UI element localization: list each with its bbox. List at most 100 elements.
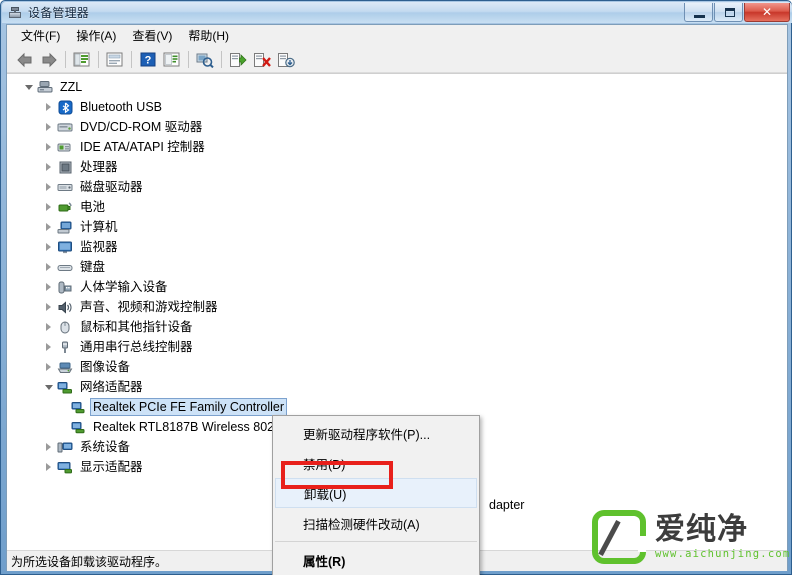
expander-icon[interactable] — [41, 137, 56, 157]
tree-node-dvd-cdrom[interactable]: DVD/CD-ROM 驱动器 — [7, 117, 787, 137]
expander-icon[interactable] — [41, 457, 56, 477]
expander-icon[interactable] — [41, 337, 56, 357]
tree-node-monitor[interactable]: 监视器 — [7, 237, 787, 257]
ctx-item-label: 更新驱动程序软件(P)... — [303, 427, 431, 442]
expander-icon[interactable] — [21, 77, 36, 97]
tree-node-label: ZZL — [60, 80, 83, 94]
bluetooth-icon — [56, 99, 74, 115]
show-hide-tree-icon[interactable] — [70, 49, 93, 71]
expander-icon[interactable] — [41, 297, 56, 317]
ctx-update-driver[interactable]: 更新驱动程序软件(P)... — [273, 418, 479, 448]
network-device-icon — [69, 419, 87, 435]
occluded-adapter-text: dapter — [489, 498, 525, 512]
tree-node-computer[interactable]: 计算机 — [7, 217, 787, 237]
ctx-item-label: 禁用(D) — [303, 457, 346, 472]
title-bar[interactable]: 设备管理器 ✕ — [2, 2, 792, 23]
aichunjing-logo-icon — [592, 510, 646, 564]
tree-node-hid[interactable]: 人体学输入设备 — [7, 277, 787, 297]
tree-node-label: IDE ATA/ATAPI 控制器 — [80, 140, 205, 154]
tree-node-label: 人体学输入设备 — [80, 280, 168, 294]
uninstall-device-icon[interactable] — [274, 49, 297, 71]
display-icon[interactable] — [160, 49, 183, 71]
computer-node-icon — [56, 219, 74, 235]
watermark: 爱纯净 www.aichunjing.com — [592, 506, 789, 568]
tree-node-disk-drive[interactable]: 磁盘驱动器 — [7, 177, 787, 197]
expander-icon[interactable] — [41, 177, 56, 197]
ctx-disable[interactable]: 禁用(D) — [273, 448, 479, 478]
menu-file[interactable]: 文件(F) — [14, 25, 69, 47]
update-driver-icon[interactable] — [226, 49, 249, 71]
tree-node-label: 计算机 — [80, 220, 118, 234]
device-manager-window: 设备管理器 ✕ 文件(F) 操作(A) 查看(V) 帮助(H) ? ZZL Bl… — [0, 0, 792, 575]
tree-node-label: 鼠标和其他指针设备 — [80, 320, 193, 334]
tree-node-label: 通用串行总线控制器 — [80, 340, 193, 354]
tree-node-label: DVD/CD-ROM 驱动器 — [80, 120, 203, 134]
tree-node-root[interactable]: ZZL — [7, 77, 787, 97]
ctx-item-label: 卸载(U) — [304, 487, 347, 502]
ctx-uninstall[interactable]: 卸载(U) — [275, 478, 477, 508]
tree-node-label: 显示适配器 — [80, 460, 143, 474]
scan-hardware-icon[interactable] — [193, 49, 216, 71]
tree-node-keyboard[interactable]: 键盘 — [7, 257, 787, 277]
watermark-text-group: 爱纯净 www.aichunjing.com — [655, 514, 790, 561]
expander-icon[interactable] — [41, 117, 56, 137]
dvd-drive-icon — [56, 119, 74, 135]
minimize-icon — [694, 15, 705, 18]
expander-icon[interactable] — [41, 317, 56, 337]
help-icon[interactable]: ? — [136, 49, 159, 71]
expander-icon[interactable] — [41, 237, 56, 257]
properties-icon[interactable] — [103, 49, 126, 71]
ctx-scan-hardware[interactable]: 扫描检测硬件改动(A) — [273, 508, 479, 538]
tree-node-battery[interactable]: 电池 — [7, 197, 787, 217]
tree-node-processor[interactable]: 处理器 — [7, 157, 787, 177]
toolbar-separator — [98, 51, 99, 68]
svg-text:?: ? — [144, 55, 151, 67]
back-icon[interactable] — [13, 49, 36, 71]
menu-help[interactable]: 帮助(H) — [181, 25, 238, 47]
menu-view[interactable]: 查看(V) — [125, 25, 181, 47]
expander-icon[interactable] — [41, 197, 56, 217]
expander-icon[interactable] — [41, 157, 56, 177]
minimize-button[interactable] — [684, 3, 713, 22]
tree-node-usb[interactable]: 通用串行总线控制器 — [7, 337, 787, 357]
imaging-icon — [56, 359, 74, 375]
system-device-icon — [56, 439, 74, 455]
hid-icon — [56, 279, 74, 295]
tree-node-imaging[interactable]: 图像设备 — [7, 357, 787, 377]
tree-node-ide-controller[interactable]: IDE ATA/ATAPI 控制器 — [7, 137, 787, 157]
tree-node-label: Realtek RTL8187B Wireless 802 — [93, 420, 275, 434]
disable-device-icon[interactable] — [250, 49, 273, 71]
battery-icon — [56, 199, 74, 215]
tree-node-realtek-pcie-fe[interactable]: Realtek PCIe FE Family Controller — [7, 397, 787, 417]
toolbar-separator — [221, 51, 222, 68]
tree-node-label: 电池 — [80, 200, 106, 214]
expander-icon[interactable] — [41, 277, 56, 297]
processor-icon — [56, 159, 74, 175]
close-button[interactable]: ✕ — [744, 3, 790, 22]
tree-node-network-adapters[interactable]: 网络适配器 — [7, 377, 787, 397]
ctx-item-label: 属性(R) — [303, 554, 346, 569]
expander-icon[interactable] — [41, 377, 56, 397]
tree-node-sound[interactable]: 声音、视频和游戏控制器 — [7, 297, 787, 317]
tree-node-label: 网络适配器 — [80, 380, 143, 394]
toolbar-separator — [65, 51, 66, 68]
expander-icon[interactable] — [41, 357, 56, 377]
network-device-icon — [69, 399, 87, 415]
expander-icon[interactable] — [41, 257, 56, 277]
tree-node-mouse[interactable]: 鼠标和其他指针设备 — [7, 317, 787, 337]
maximize-icon — [725, 8, 735, 17]
toolbar-separator — [131, 51, 132, 68]
usb-icon — [56, 339, 74, 355]
maximize-button[interactable] — [714, 3, 743, 22]
tree-node-bluetooth-usb[interactable]: Bluetooth USB — [7, 97, 787, 117]
forward-icon[interactable] — [37, 49, 60, 71]
window-controls: ✕ — [683, 3, 790, 24]
expander-icon[interactable] — [41, 217, 56, 237]
display-adapter-icon — [56, 459, 74, 475]
expander-icon[interactable] — [41, 97, 56, 117]
keyboard-icon — [56, 259, 74, 275]
expander-icon[interactable] — [41, 437, 56, 457]
menu-action[interactable]: 操作(A) — [69, 25, 125, 47]
ctx-properties[interactable]: 属性(R) — [273, 545, 479, 575]
context-menu[interactable]: 更新驱动程序软件(P)... 禁用(D) 卸载(U) 扫描检测硬件改动(A) 属… — [272, 415, 480, 575]
